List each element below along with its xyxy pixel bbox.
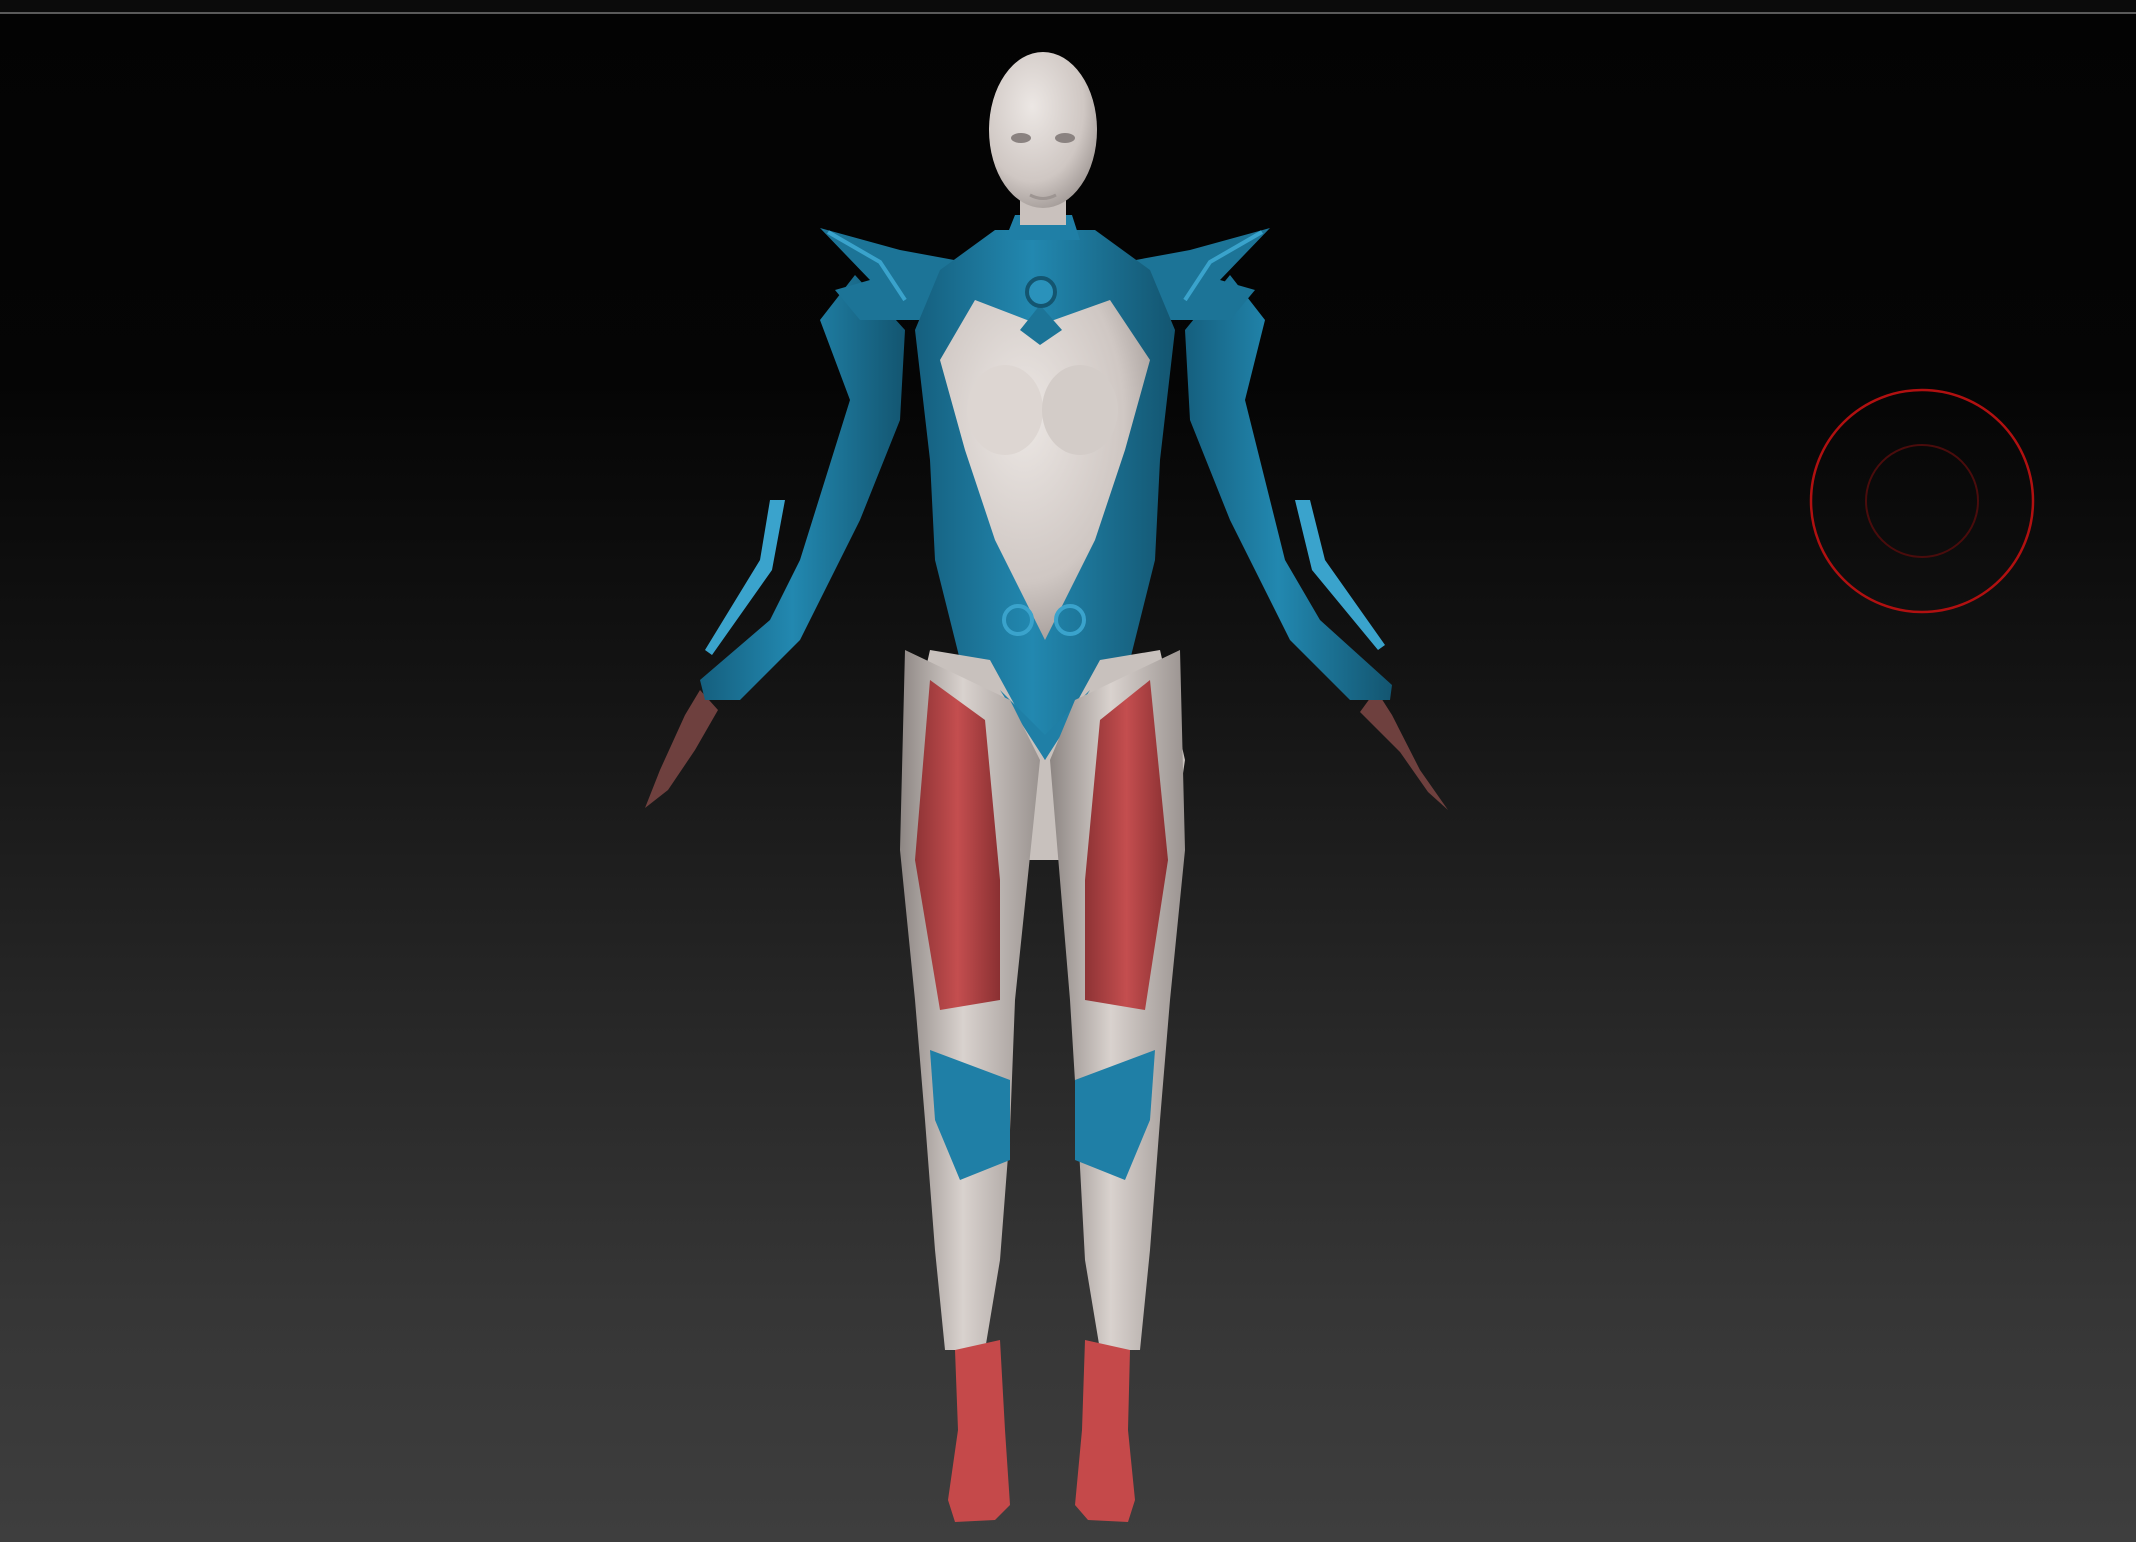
sculpt-model[interactable] (0, 0, 2136, 1542)
head (989, 52, 1097, 240)
left-arm (700, 275, 905, 700)
right-leg (1050, 650, 1185, 1350)
left-hand (645, 690, 718, 808)
left-leg (900, 650, 1040, 1350)
3d-viewport[interactable] (0, 0, 2136, 1542)
brush-radius-icon (1809, 388, 2035, 614)
right-hand (1360, 690, 1448, 810)
left-boot (948, 1340, 1010, 1522)
right-boot (1075, 1340, 1135, 1522)
right-arm (1185, 275, 1392, 700)
